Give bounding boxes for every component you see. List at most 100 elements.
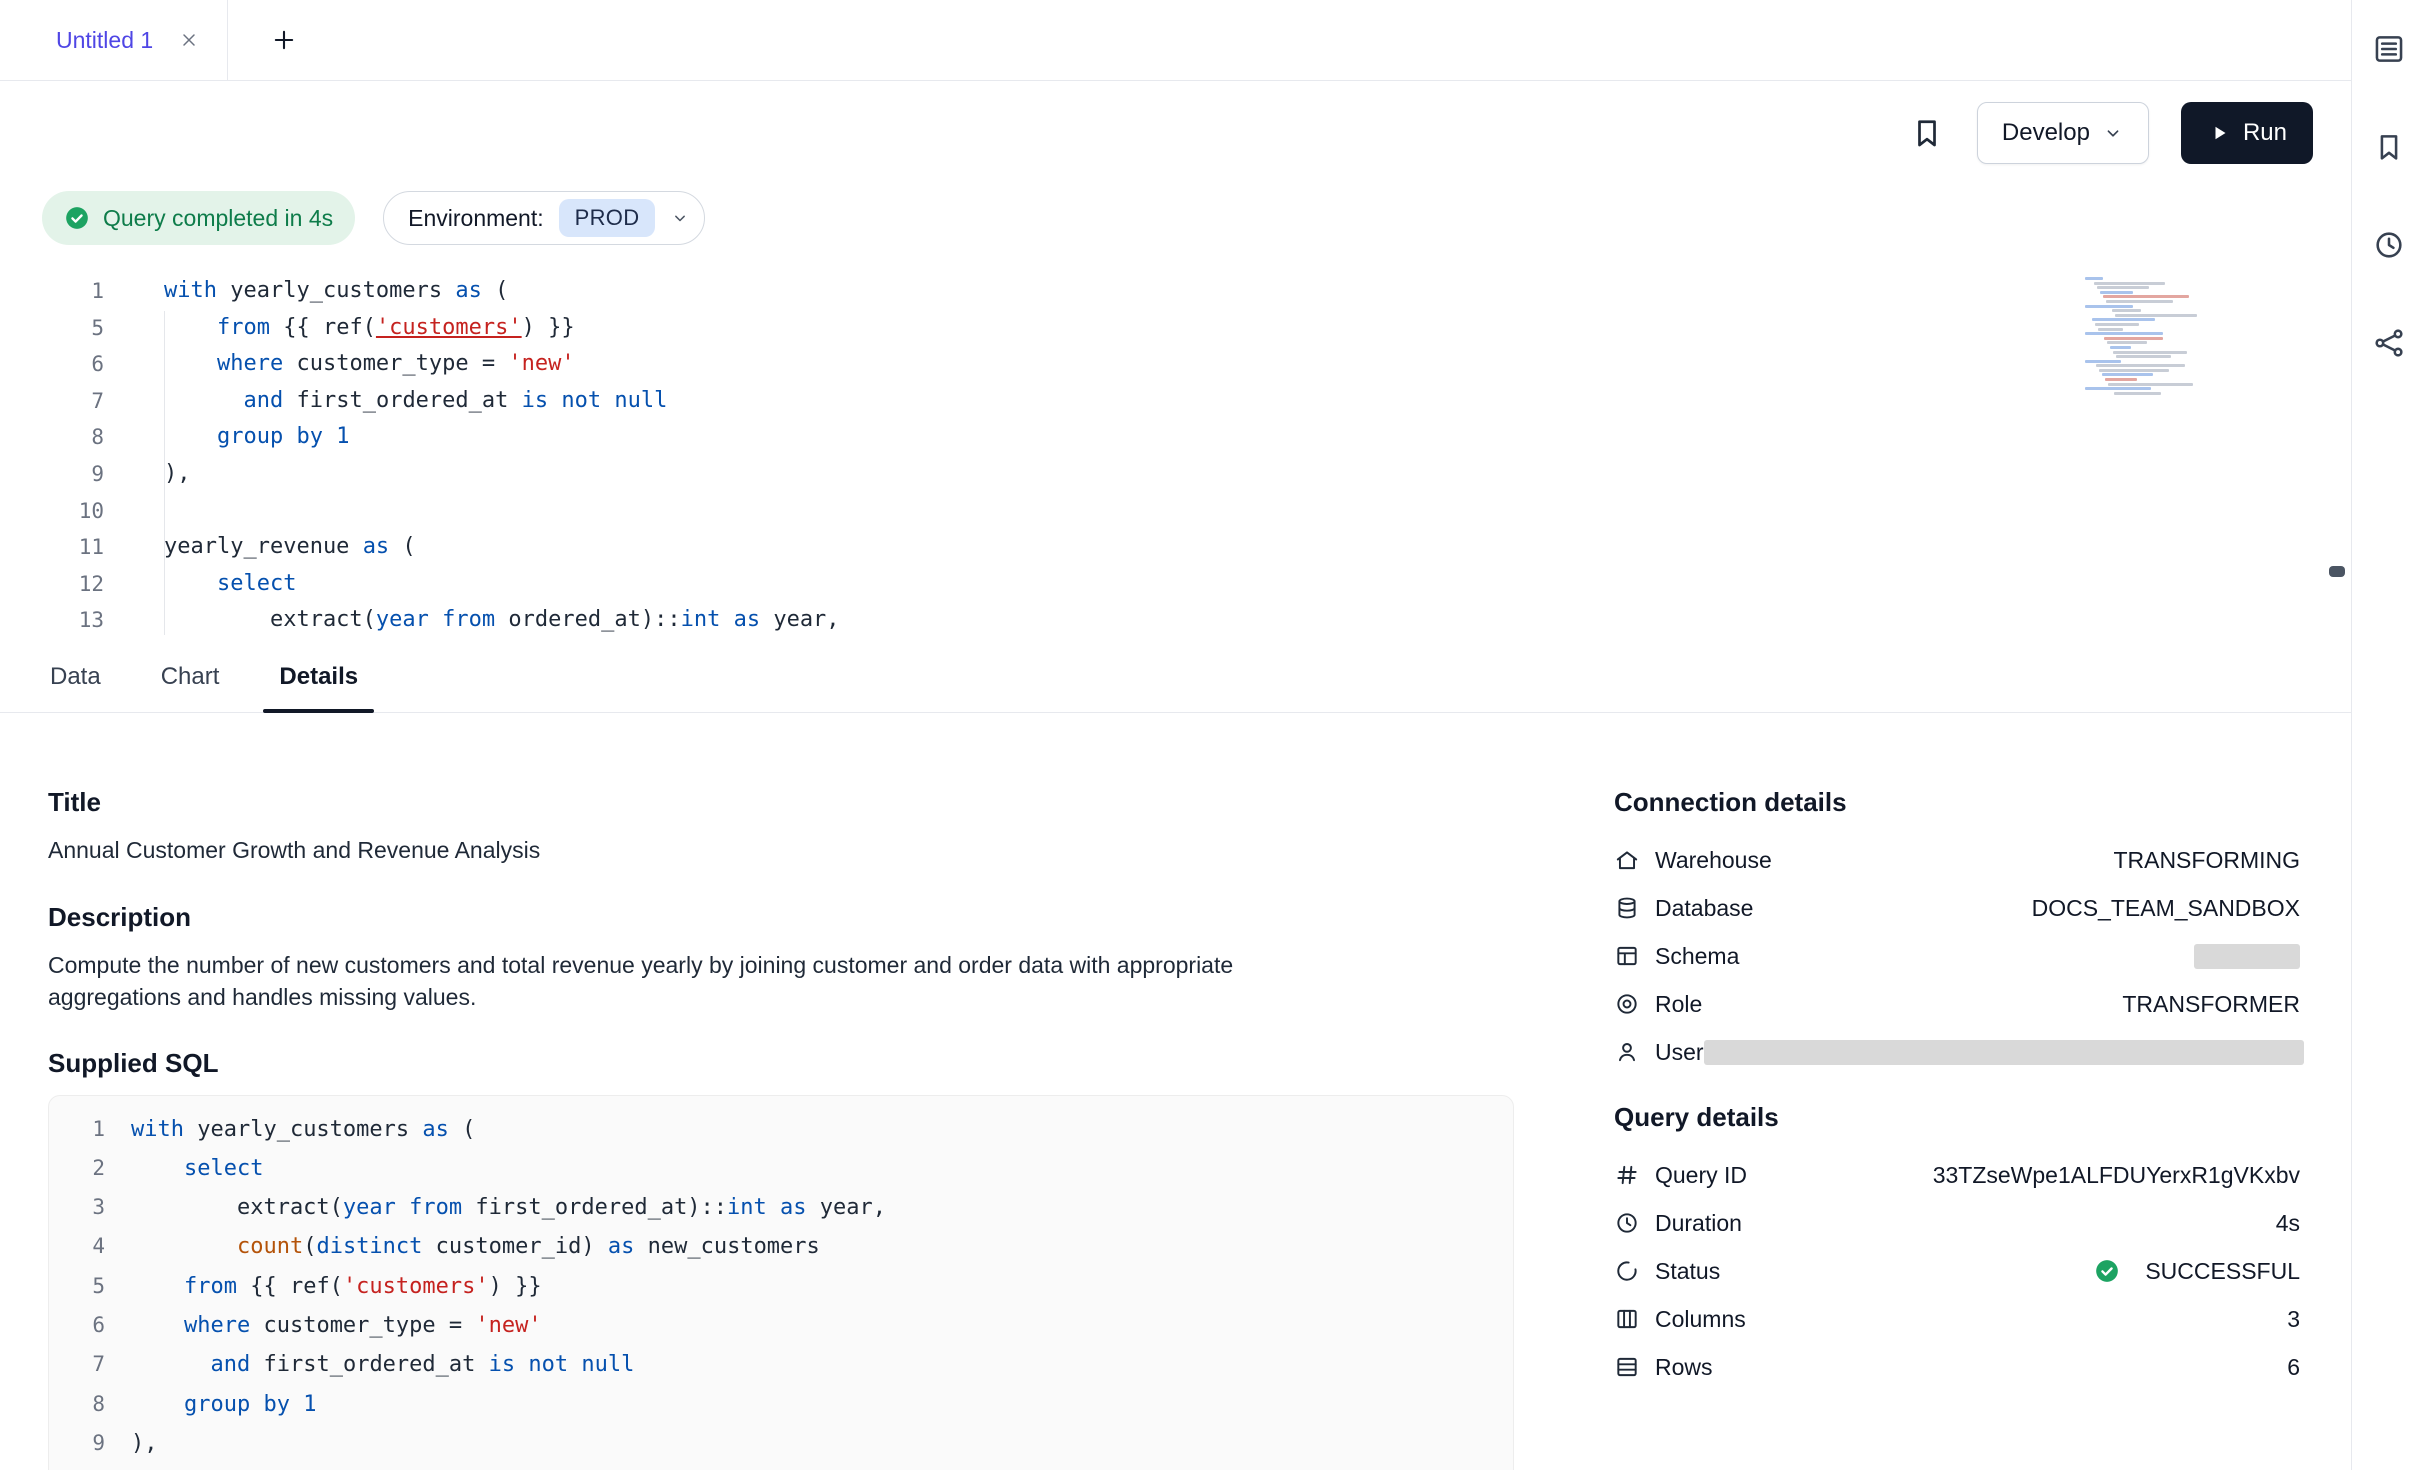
- query-row: Status SUCCESSFUL: [1614, 1247, 2300, 1295]
- status-row: Query completed in 4s Environment: PROD: [0, 185, 2351, 251]
- line-number: 8: [0, 419, 104, 456]
- run-button[interactable]: Run: [2181, 102, 2313, 164]
- query-row: Columns3: [1614, 1295, 2300, 1343]
- code-text: ),: [104, 456, 191, 493]
- line-number: 6: [0, 346, 104, 383]
- outline-icon: [2372, 32, 2406, 66]
- query-details-heading: Query details: [1614, 1102, 2300, 1133]
- detail-value: TRANSFORMING: [2113, 847, 2300, 874]
- connection-rows: WarehouseTRANSFORMINGDatabaseDOCS_TEAM_S…: [1614, 836, 2300, 1076]
- code-text: select: [104, 566, 296, 603]
- detail-value: SUCCESSFUL: [2094, 1258, 2300, 1285]
- line-number: 13: [0, 602, 104, 639]
- role-icon: [1614, 991, 1640, 1017]
- detail-label: Database: [1655, 895, 1753, 922]
- rows-icon: [1614, 1354, 1640, 1380]
- develop-button[interactable]: Develop: [1977, 102, 2149, 164]
- lineage-button[interactable]: [2370, 324, 2408, 362]
- code-text: from {{ ref('customers') }}: [104, 310, 575, 347]
- line-number: 9: [49, 1424, 105, 1463]
- code-text: group by 1: [105, 1385, 316, 1424]
- line-number: 10: [0, 493, 104, 530]
- detail-label: Status: [1655, 1258, 1720, 1285]
- supplied-sql-lines: 1with yearly_customers as (2 select3 ext…: [49, 1110, 1513, 1470]
- line-number: 9: [0, 456, 104, 493]
- supplied-sql-line: 7 and first_ordered_at is not null: [49, 1345, 1513, 1384]
- code-text: count(distinct customer_id) as new_custo…: [105, 1227, 820, 1266]
- columns-icon: [1614, 1306, 1640, 1332]
- query-rows: Query ID33TZseWpe1ALFDUYerxR1gVKxbvDurat…: [1614, 1151, 2300, 1391]
- develop-button-label: Develop: [2002, 119, 2090, 147]
- line-number: 4: [49, 1227, 105, 1266]
- result-tabbar: Data Chart Details: [0, 641, 2351, 713]
- toolbar-bookmark-button[interactable]: [1909, 115, 1945, 151]
- environment-label: Environment:: [408, 205, 544, 232]
- editor-line: 11yearly_revenue as (: [0, 529, 2351, 566]
- supplied-sql-line: 6 where customer_type = 'new': [49, 1306, 1513, 1345]
- editor-line: 6 where customer_type = 'new': [0, 346, 2351, 383]
- code-text: and first_ordered_at is not null: [104, 383, 667, 420]
- supplied-sql-line: 8 group by 1: [49, 1385, 1513, 1424]
- line-number: 8: [49, 1385, 105, 1424]
- check-circle-icon: [64, 205, 90, 231]
- connection-row: Schema: [1614, 932, 2300, 980]
- code-text: from {{ ref('customers') }}: [105, 1267, 542, 1306]
- tab-data[interactable]: Data: [34, 641, 117, 712]
- code-text: with yearly_customers as (: [105, 1110, 475, 1149]
- play-icon: [2207, 121, 2231, 145]
- details-right-column: Connection details WarehouseTRANSFORMING…: [1614, 787, 2300, 1470]
- close-icon[interactable]: [179, 30, 199, 50]
- environment-selector[interactable]: Environment: PROD: [383, 191, 705, 245]
- app-window: Untitled 1 Develop Run Query completed i…: [0, 0, 2426, 1470]
- history-icon: [2372, 228, 2406, 262]
- outline-button[interactable]: [2370, 30, 2408, 68]
- query-row: Rows6: [1614, 1343, 2300, 1391]
- editor-line: 5 from {{ ref('customers') }}: [0, 310, 2351, 347]
- detail-value: 3: [2287, 1306, 2300, 1333]
- connection-row: WarehouseTRANSFORMING: [1614, 836, 2300, 884]
- supplied-sql-heading: Supplied SQL: [48, 1048, 1514, 1079]
- editor-line: 12 select: [0, 566, 2351, 603]
- line-number: 5: [0, 310, 104, 347]
- history-button[interactable]: [2370, 226, 2408, 264]
- right-rail: [2351, 0, 2426, 1470]
- code-text: select: [105, 1149, 263, 1188]
- code-text: where customer_type = 'new': [104, 346, 575, 383]
- code-text: extract(year from first_ordered_at)::int…: [105, 1188, 886, 1227]
- tab-untitled-1[interactable]: Untitled 1: [0, 0, 228, 80]
- line-number: 6: [49, 1306, 105, 1345]
- supplied-sql-line: 3 extract(year from first_ordered_at)::i…: [49, 1188, 1513, 1227]
- tab-details[interactable]: Details: [263, 641, 374, 712]
- editor-line: 1with yearly_customers as (: [0, 273, 2351, 310]
- main-column: Untitled 1 Develop Run Query completed i…: [0, 0, 2351, 1470]
- new-tab-button[interactable]: [270, 0, 298, 80]
- connection-row: User: [1614, 1028, 2300, 1076]
- chevron-down-icon: [670, 208, 690, 228]
- lineage-icon: [2372, 326, 2406, 360]
- connection-details-heading: Connection details: [1614, 787, 2300, 818]
- code-text: yearly_revenue as (: [104, 529, 416, 566]
- editor-line: 8 group by 1: [0, 419, 2351, 456]
- code-editor[interactable]: 1with yearly_customers as (5 from {{ ref…: [0, 251, 2351, 641]
- detail-label: Duration: [1655, 1210, 1742, 1237]
- detail-value: [1704, 1040, 2304, 1065]
- minimap[interactable]: [2085, 277, 2201, 396]
- bookmark-button[interactable]: [2370, 128, 2408, 166]
- chevron-down-icon: [2102, 122, 2124, 144]
- supplied-sql-line: 2 select: [49, 1149, 1513, 1188]
- tab-chart[interactable]: Chart: [145, 641, 236, 712]
- line-number: 1: [0, 273, 104, 310]
- line-number: 7: [0, 383, 104, 420]
- supplied-sql-block: 1with yearly_customers as (2 select3 ext…: [48, 1095, 1514, 1470]
- line-number: 3: [49, 1188, 105, 1227]
- check-circle-icon: [2094, 1258, 2120, 1284]
- connection-row: RoleTRANSFORMER: [1614, 980, 2300, 1028]
- scrollbar-thumb[interactable]: [2329, 566, 2345, 577]
- line-number: 2: [49, 1149, 105, 1188]
- supplied-sql-line: 10: [49, 1463, 1513, 1470]
- code-text: and first_ordered_at is not null: [105, 1345, 634, 1384]
- editor-line: 13 extract(year from ordered_at)::int as…: [0, 602, 2351, 639]
- environment-value-badge: PROD: [559, 199, 656, 237]
- description-value: Compute the number of new customers and …: [48, 949, 1368, 1013]
- code-text: where customer_type = 'new': [105, 1306, 542, 1345]
